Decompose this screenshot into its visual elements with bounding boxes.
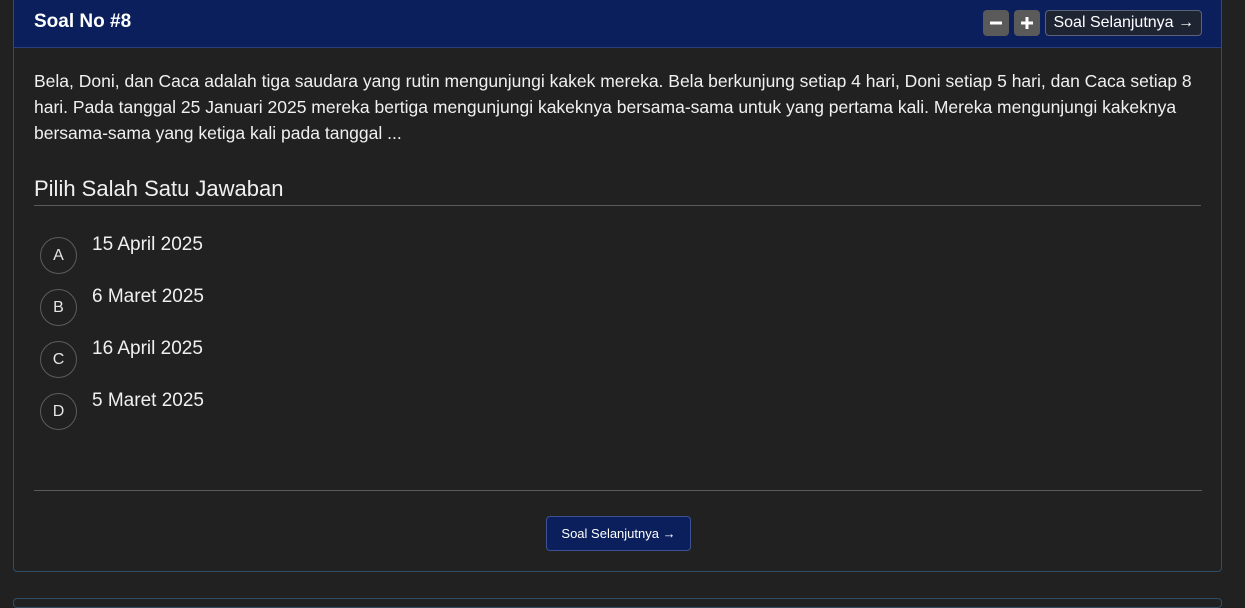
answer-option-a[interactable]: A 15 April 2025 (40, 234, 1201, 289)
plus-icon (1021, 17, 1034, 29)
question-number-title: Soal No #8 (34, 11, 132, 32)
answer-option-d[interactable]: D 5 Maret 2025 (40, 390, 1201, 445)
next-card-edge (13, 598, 1222, 608)
question-text: Bela, Doni, dan Caca adalah tiga saudara… (34, 71, 1192, 143)
answer-heading: Pilih Salah Satu Jawaban (34, 176, 1201, 206)
option-letter[interactable]: C (40, 341, 77, 378)
option-text: 15 April 2025 (92, 234, 203, 255)
option-letter[interactable]: A (40, 237, 77, 274)
answer-options: A 15 April 2025 B 6 Maret 2025 C 16 Apri… (34, 234, 1201, 445)
minus-icon (990, 21, 1003, 25)
card-header: Soal No #8 Soal Selanjutnya → (14, 0, 1221, 48)
option-text: 6 Maret 2025 (92, 286, 204, 307)
increase-font-button[interactable] (1014, 10, 1041, 36)
decrease-font-button[interactable] (983, 10, 1010, 36)
option-letter[interactable]: D (40, 393, 77, 430)
next-question-button[interactable]: Soal Selanjutnya → (546, 516, 691, 551)
card-body: Bela, Doni, dan Caca adalah tiga saudara… (14, 48, 1221, 445)
header-tools: Soal Selanjutnya → (983, 10, 1202, 36)
answer-option-c[interactable]: C 16 April 2025 (40, 338, 1201, 393)
option-text: 16 April 2025 (92, 338, 203, 359)
question-card: Soal No #8 Soal Selanjutnya → Bela, Doni… (13, 0, 1222, 572)
next-question-button-top[interactable]: Soal Selanjutnya → (1045, 10, 1202, 36)
footer-divider (34, 490, 1202, 491)
option-letter[interactable]: B (40, 289, 77, 326)
option-text: 5 Maret 2025 (92, 390, 204, 411)
answer-option-b[interactable]: B 6 Maret 2025 (40, 286, 1201, 341)
